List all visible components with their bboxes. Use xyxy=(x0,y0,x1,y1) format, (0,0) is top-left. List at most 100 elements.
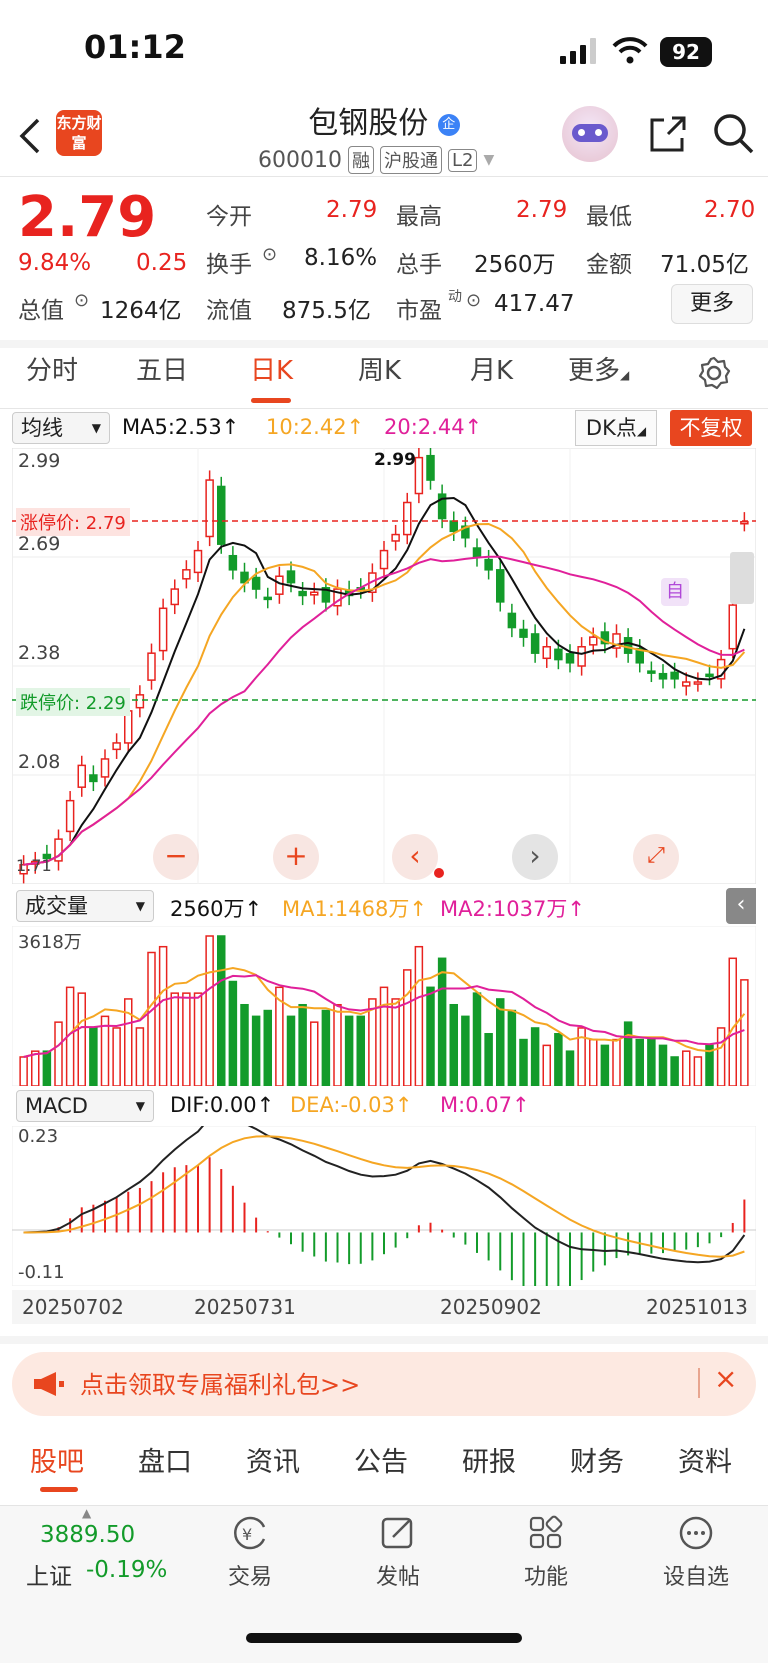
tab-five-day[interactable]: 五日 xyxy=(136,350,188,387)
add-watchlist-button[interactable]: 设自选 xyxy=(656,1505,736,1591)
tab-research[interactable]: 研报 xyxy=(462,1440,516,1479)
status-time: 01:12 xyxy=(84,28,186,66)
candle-body xyxy=(228,554,238,571)
self-select-marker[interactable]: 自 xyxy=(661,578,689,606)
tag-l2: L2 xyxy=(447,148,478,172)
volume-bar xyxy=(716,1027,726,1086)
candle-body xyxy=(147,652,156,681)
stock-code-row[interactable]: 600010 融 沪股通 L2 ▼ xyxy=(258,146,494,174)
search-icon[interactable] xyxy=(712,112,756,156)
volume-bar xyxy=(658,1044,668,1086)
tab-finance[interactable]: 财务 xyxy=(570,1440,624,1479)
post-button[interactable]: 发帖 xyxy=(368,1505,428,1591)
tab-more[interactable]: 更多◢ xyxy=(568,350,629,387)
tab-intraday[interactable]: 分时 xyxy=(26,350,78,387)
tab-profile[interactable]: 资料 xyxy=(678,1440,732,1479)
settings-gear-icon[interactable] xyxy=(697,356,731,390)
assistant-robot-icon[interactable] xyxy=(562,106,618,162)
dk-point-button[interactable]: DK点◢ xyxy=(575,410,657,446)
limit-up-label: 涨停价: 2.79 xyxy=(16,508,130,536)
tab-daily-k[interactable]: 日K xyxy=(250,350,293,387)
ma5-legend: MA5:2.53↑ xyxy=(122,415,240,439)
candle-body xyxy=(542,646,551,660)
candle-body xyxy=(449,520,458,533)
zoom-out-button[interactable]: − xyxy=(153,834,199,880)
candle-body xyxy=(286,570,296,584)
volume-bar xyxy=(554,1033,563,1086)
floatcap-value: 875.5亿 xyxy=(282,298,371,324)
tabs-divider xyxy=(0,408,768,409)
volume-bar xyxy=(19,1056,28,1086)
enterprise-badge-icon: 企 xyxy=(437,113,460,136)
indicator-select-macd[interactable]: MACD ▼ xyxy=(16,1090,154,1122)
volume-bar xyxy=(612,1038,621,1086)
more-dots-icon xyxy=(679,1516,713,1550)
volume-bar xyxy=(182,992,191,1086)
pe-label: 市盈 xyxy=(396,298,442,324)
open-value: 2.79 xyxy=(326,197,378,223)
candle-body xyxy=(112,742,121,751)
volume-bar xyxy=(42,1050,52,1086)
candle-body xyxy=(205,479,214,538)
index-change[interactable]: -0.19% xyxy=(86,1557,167,1583)
promo-text[interactable]: 点击领取专属福利礼包>> xyxy=(80,1365,360,1400)
indicator-select-volume[interactable]: 成交量 ▼ xyxy=(16,890,154,922)
indicator-select-ma[interactable]: 均线 ▼ xyxy=(12,412,110,444)
change-amount: 0.25 xyxy=(136,250,188,276)
macd-chart[interactable] xyxy=(12,1126,756,1286)
volume-chart[interactable] xyxy=(12,926,756,1086)
share-icon[interactable] xyxy=(648,114,688,154)
tab-orderbook[interactable]: 盘口 xyxy=(138,1440,192,1479)
floatcap-label: 流值 xyxy=(206,298,252,324)
volume-bar xyxy=(77,992,86,1086)
trade-button[interactable]: ¥ 交易 xyxy=(220,1505,280,1591)
scroll-right-button[interactable]: › xyxy=(512,834,558,880)
index-name[interactable]: 上证 xyxy=(26,1557,72,1591)
candle-body xyxy=(647,670,656,674)
candle-body xyxy=(77,764,86,788)
volume-bar xyxy=(31,1050,40,1086)
volume-bar xyxy=(740,979,749,1086)
home-indicator xyxy=(246,1633,522,1643)
scroll-left-button[interactable]: ‹ xyxy=(392,834,438,880)
pe-superscript: 动 xyxy=(448,289,462,305)
volume-bar xyxy=(589,1038,598,1086)
volume-bar xyxy=(240,1003,249,1086)
tab-weekly-k[interactable]: 周K xyxy=(358,350,401,387)
volume-bar xyxy=(496,998,505,1086)
volume-label: 总手 xyxy=(396,252,442,278)
candle-body xyxy=(623,637,633,654)
section-divider xyxy=(0,1336,768,1344)
info-icon[interactable]: ⊙ xyxy=(466,290,481,311)
price-cursor-handle[interactable] xyxy=(730,552,754,604)
info-icon[interactable]: ⊙ xyxy=(74,290,89,311)
close-icon[interactable]: × xyxy=(714,1362,737,1395)
candle-body xyxy=(705,673,714,678)
info-icon[interactable]: ⊙ xyxy=(262,244,277,265)
chevron-down-icon: ▼ xyxy=(483,152,495,168)
volume-bar xyxy=(147,951,156,1086)
tab-announcements[interactable]: 公告 xyxy=(354,1440,408,1479)
candle-body xyxy=(193,549,203,574)
no-adjust-button[interactable]: 不复权 xyxy=(670,410,752,446)
functions-button[interactable]: 功能 xyxy=(516,1505,576,1591)
svg-text:¥: ¥ xyxy=(242,1525,252,1544)
ma10-legend: 10:2.42↑ xyxy=(266,415,365,439)
candle-body xyxy=(263,596,272,601)
volume-bar xyxy=(158,945,168,1086)
candle-body xyxy=(693,681,703,685)
fullscreen-icon[interactable]: ⤢ xyxy=(633,834,679,880)
vol-ma1-legend: MA1:1468万↑ xyxy=(282,897,427,921)
volume-bar xyxy=(484,1033,493,1086)
candle-body xyxy=(507,612,517,629)
index-value[interactable]: 3889.50 xyxy=(40,1522,135,1548)
candle-body xyxy=(728,604,737,650)
stock-code: 600010 xyxy=(258,147,342,173)
y-axis-label-top: 2.99 xyxy=(18,450,61,472)
collapse-panel-button[interactable]: ‹ xyxy=(726,888,756,924)
tab-forum[interactable]: 股吧 xyxy=(30,1440,84,1479)
more-button[interactable]: 更多 xyxy=(671,284,753,324)
zoom-in-button[interactable]: + xyxy=(273,834,319,880)
tab-monthly-k[interactable]: 月K xyxy=(470,350,513,387)
tab-news[interactable]: 资讯 xyxy=(246,1440,300,1479)
